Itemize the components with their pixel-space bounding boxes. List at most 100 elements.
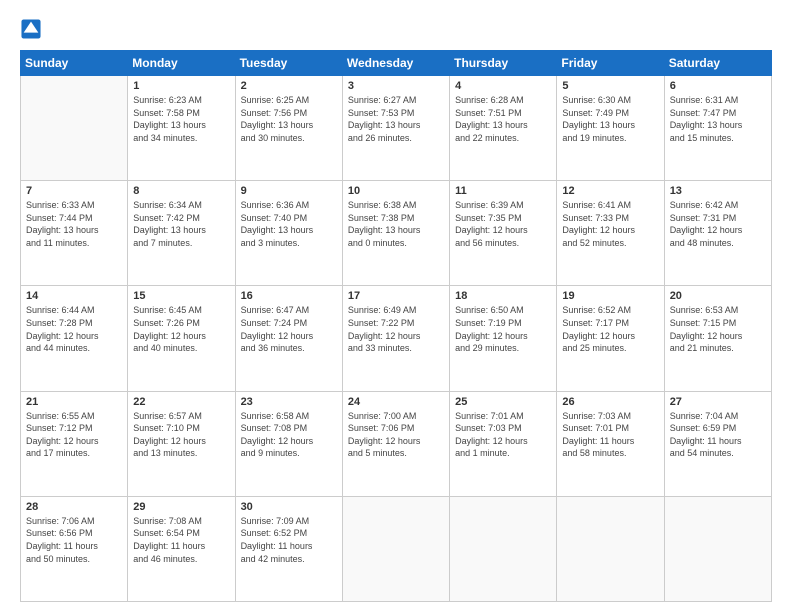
cell-info: Sunset: 7:28 PM xyxy=(26,317,122,330)
calendar-cell: 21 Sunrise: 6:55 AMSunset: 7:12 PMDayligh… xyxy=(21,391,128,496)
cell-info: Daylight: 12 hours xyxy=(133,330,229,343)
calendar-cell: 14Sunrise: 6:44 AMSunset: 7:28 PMDayligh… xyxy=(21,286,128,391)
cell-info: Sunset: 7:31 PM xyxy=(670,212,766,225)
day-number: 9 xyxy=(241,185,337,197)
calendar-cell: 23Sunrise: 6:58 AMSunset: 7:08 PMDayligh… xyxy=(235,391,342,496)
day-number: 6 xyxy=(670,80,766,92)
cell-info: and 3 minutes. xyxy=(241,237,337,250)
cell-info: and 11 minutes. xyxy=(26,237,122,250)
cell-info: Sunset: 6:52 PM xyxy=(241,527,337,540)
day-number: 15 xyxy=(133,290,229,302)
cell-info: and 58 minutes. xyxy=(562,447,658,460)
calendar-header-row: SundayMondayTuesdayWednesdayThursdayFrid… xyxy=(21,51,772,76)
cell-info: and 26 minutes. xyxy=(348,132,444,145)
day-number: 16 xyxy=(241,290,337,302)
cell-info: Sunrise: 6:52 AM xyxy=(562,304,658,317)
cell-info: Sunset: 7:17 PM xyxy=(562,317,658,330)
cell-info: Sunset: 6:56 PM xyxy=(26,527,122,540)
cell-info: Daylight: 12 hours xyxy=(133,435,229,448)
cell-info: Sunrise: 6:49 AM xyxy=(348,304,444,317)
cell-info: and 21 minutes. xyxy=(670,342,766,355)
col-header-saturday: Saturday xyxy=(664,51,771,76)
cell-info: Sunset: 7:15 PM xyxy=(670,317,766,330)
calendar-cell xyxy=(21,76,128,181)
calendar-cell: 11Sunrise: 6:39 AMSunset: 7:35 PMDayligh… xyxy=(450,181,557,286)
day-number: 12 xyxy=(562,185,658,197)
calendar-week-5: 28Sunrise: 7:06 AMSunset: 6:56 PMDayligh… xyxy=(21,496,772,601)
cell-info: Sunset: 7:51 PM xyxy=(455,107,551,120)
cell-info: Sunset: 7:42 PM xyxy=(133,212,229,225)
cell-info: Sunrise: 6:47 AM xyxy=(241,304,337,317)
calendar-cell: 19 Sunrise: 6:52 AMSunset: 7:17 PMDayligh… xyxy=(557,286,664,391)
logo xyxy=(20,18,46,40)
col-header-monday: Monday xyxy=(128,51,235,76)
cell-info: and 36 minutes. xyxy=(241,342,337,355)
calendar-cell: 4 Sunrise: 6:28 AMSunset: 7:51 PMDaylight… xyxy=(450,76,557,181)
cell-info: Daylight: 13 hours xyxy=(455,119,551,132)
cell-info: Daylight: 13 hours xyxy=(348,119,444,132)
cell-info: Daylight: 13 hours xyxy=(26,224,122,237)
cell-info: Sunrise: 6:28 AM xyxy=(455,94,551,107)
cell-info: Sunset: 7:06 PM xyxy=(348,422,444,435)
cell-info: Sunset: 7:01 PM xyxy=(562,422,658,435)
calendar-cell: 30Sunrise: 7:09 AMSunset: 6:52 PMDayligh… xyxy=(235,496,342,601)
calendar-cell: 15Sunrise: 6:45 AMSunset: 7:26 PMDayligh… xyxy=(128,286,235,391)
cell-info: Sunrise: 6:55 AM xyxy=(26,410,122,423)
cell-info: Sunset: 7:26 PM xyxy=(133,317,229,330)
calendar-cell: 17Sunrise: 6:49 AMSunset: 7:22 PMDayligh… xyxy=(342,286,449,391)
cell-info: Sunrise: 7:03 AM xyxy=(562,410,658,423)
cell-info: Daylight: 11 hours xyxy=(133,540,229,553)
cell-info: and 25 minutes. xyxy=(562,342,658,355)
cell-info: and 56 minutes. xyxy=(455,237,551,250)
day-number: 11 xyxy=(455,185,551,197)
day-number: 19 xyxy=(562,290,658,302)
cell-info: and 15 minutes. xyxy=(670,132,766,145)
day-number: 4 xyxy=(455,80,551,92)
cell-info: Sunrise: 6:38 AM xyxy=(348,199,444,212)
day-number: 27 xyxy=(670,396,766,408)
cell-info: Sunset: 7:03 PM xyxy=(455,422,551,435)
calendar-week-3: 14Sunrise: 6:44 AMSunset: 7:28 PMDayligh… xyxy=(21,286,772,391)
calendar-cell: 1Sunrise: 6:23 AMSunset: 7:58 PMDaylight… xyxy=(128,76,235,181)
calendar-cell: 20Sunrise: 6:53 AMSunset: 7:15 PMDayligh… xyxy=(664,286,771,391)
day-number: 14 xyxy=(26,290,122,302)
cell-info: Sunrise: 6:42 AM xyxy=(670,199,766,212)
day-number: 18 xyxy=(455,290,551,302)
cell-info: Daylight: 13 hours xyxy=(241,224,337,237)
calendar-cell: 12Sunrise: 6:41 AMSunset: 7:33 PMDayligh… xyxy=(557,181,664,286)
cell-info: Daylight: 12 hours xyxy=(562,330,658,343)
cell-info: Sunrise: 6:30 AM xyxy=(562,94,658,107)
calendar-cell: 18Sunrise: 6:50 AMSunset: 7:19 PMDayligh… xyxy=(450,286,557,391)
cell-info: Sunrise: 6:58 AM xyxy=(241,410,337,423)
cell-info: Sunset: 7:12 PM xyxy=(26,422,122,435)
cell-info: Daylight: 12 hours xyxy=(455,330,551,343)
cell-info: and 17 minutes. xyxy=(26,447,122,460)
cell-info: Daylight: 12 hours xyxy=(26,435,122,448)
cell-info: and 44 minutes. xyxy=(26,342,122,355)
cell-info: Sunrise: 7:09 AM xyxy=(241,515,337,528)
calendar-cell xyxy=(342,496,449,601)
cell-info: Daylight: 11 hours xyxy=(670,435,766,448)
calendar-week-2: 7Sunrise: 6:33 AMSunset: 7:44 PMDaylight… xyxy=(21,181,772,286)
page: SundayMondayTuesdayWednesdayThursdayFrid… xyxy=(0,0,792,612)
cell-info: and 33 minutes. xyxy=(348,342,444,355)
cell-info: Sunrise: 7:00 AM xyxy=(348,410,444,423)
calendar-week-4: 21Sunrise: 6:55 AMSunset: 7:12 PMDayligh… xyxy=(21,391,772,496)
day-number: 13 xyxy=(670,185,766,197)
cell-info: Sunset: 7:35 PM xyxy=(455,212,551,225)
day-number: 17 xyxy=(348,290,444,302)
cell-info: Sunrise: 6:31 AM xyxy=(670,94,766,107)
calendar-cell: 25Sunrise: 7:01 AMSunset: 7:03 PMDayligh… xyxy=(450,391,557,496)
cell-info: and 50 minutes. xyxy=(26,553,122,566)
calendar-cell: 26Sunrise: 7:03 AMSunset: 7:01 PMDayligh… xyxy=(557,391,664,496)
calendar-cell: 9Sunrise: 6:36 AMSunset: 7:40 PMDaylight… xyxy=(235,181,342,286)
col-header-tuesday: Tuesday xyxy=(235,51,342,76)
cell-info: Daylight: 11 hours xyxy=(562,435,658,448)
cell-info: and 9 minutes. xyxy=(241,447,337,460)
cell-info: Sunrise: 7:06 AM xyxy=(26,515,122,528)
calendar-cell: 8Sunrise: 6:34 AMSunset: 7:42 PMDaylight… xyxy=(128,181,235,286)
calendar-cell: 13Sunrise: 6:42 AMSunset: 7:31 PMDayligh… xyxy=(664,181,771,286)
day-number: 10 xyxy=(348,185,444,197)
cell-info: Daylight: 12 hours xyxy=(348,435,444,448)
day-number: 21 xyxy=(26,396,122,408)
